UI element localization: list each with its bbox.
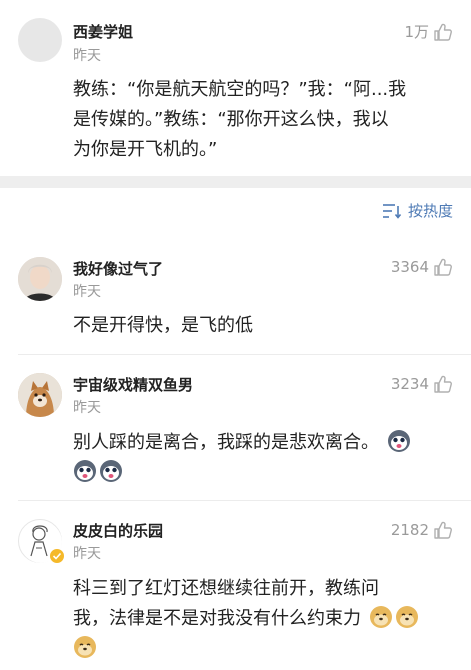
post-like-button[interactable]: 1万 bbox=[404, 21, 453, 42]
thumbs-up-icon bbox=[434, 375, 452, 393]
thumbs-up-icon bbox=[434, 23, 452, 41]
post-content-line: 为你是开飞机的。” bbox=[73, 139, 218, 160]
comment-like-button[interactable]: 2182 bbox=[391, 520, 453, 540]
husky-emoji-icon bbox=[74, 460, 96, 482]
comment-content: 科三到了红灯还想继续往前开，教练问 我，法律是不是对我没有什么约束力 bbox=[73, 574, 453, 664]
main-post: 西姜学姐 昨天 1万 教练：“你是航天航空的吗？”我：“阿...我 是传媒的。”… bbox=[0, 0, 471, 176]
post-time: 昨天 bbox=[73, 48, 101, 64]
post-author-name[interactable]: 西姜学姐 bbox=[73, 21, 133, 42]
comment-like-button[interactable]: 3234 bbox=[391, 374, 453, 394]
sort-label: 按热度 bbox=[407, 202, 453, 220]
verified-badge-icon bbox=[49, 548, 65, 564]
comment-separator bbox=[18, 354, 471, 355]
comment-time: 昨天 bbox=[73, 546, 101, 562]
comment-like-button[interactable]: 3364 bbox=[391, 257, 453, 277]
comment-item: 我好像过气了 昨天 3364 不是开得快，是飞的低 bbox=[0, 250, 471, 350]
comment-time: 昨天 bbox=[73, 284, 101, 300]
comment-avatar[interactable] bbox=[18, 519, 65, 564]
comment-content: 不是开得快，是飞的低 bbox=[73, 311, 453, 341]
post-content: 教练：“你是航天航空的吗？”我：“阿...我 是传媒的。”教练：“那你开这么快，… bbox=[73, 75, 453, 165]
post-content-line: 教练：“你是航天航空的吗？”我：“阿...我 bbox=[73, 79, 407, 100]
comment-separator bbox=[18, 500, 471, 501]
comment-author-name[interactable]: 宇宙级戏精双鱼男 bbox=[73, 374, 193, 395]
comment-content-line: 我，法律是不是对我没有什么约束力 bbox=[73, 608, 361, 629]
comment-avatar[interactable] bbox=[18, 257, 62, 301]
comment-author-name[interactable]: 皮皮白的乐园 bbox=[73, 520, 163, 541]
section-divider bbox=[0, 176, 471, 188]
thumbs-up-icon bbox=[434, 521, 452, 539]
comment-content-line: 别人踩的是离合，我踩的是悲欢离合。 bbox=[73, 432, 379, 453]
comment-content-line: 科三到了红灯还想继续往前开，教练问 bbox=[73, 578, 379, 599]
person-avatar-icon bbox=[18, 257, 62, 301]
post-author-avatar[interactable] bbox=[18, 18, 62, 62]
post-content-line: 是传媒的。”教练：“那你开这么快，我以 bbox=[73, 109, 389, 130]
dog-avatar-icon bbox=[18, 373, 62, 417]
comment-content-line: 不是开得快，是飞的低 bbox=[73, 315, 253, 336]
comment-author-name[interactable]: 我好像过气了 bbox=[73, 258, 163, 279]
sort-icon bbox=[382, 203, 402, 219]
comment-item: 宇宙级戏精双鱼男 昨天 3234 别人踩的是离合，我踩的是悲欢离合。 bbox=[0, 365, 471, 495]
comment-content: 别人踩的是离合，我踩的是悲欢离合。 bbox=[73, 428, 453, 488]
doge-emoji-icon bbox=[369, 606, 392, 628]
doge-emoji-icon bbox=[74, 636, 96, 658]
comment-time: 昨天 bbox=[73, 400, 101, 416]
comment-like-count: 2182 bbox=[390, 521, 429, 539]
comment-item: 皮皮白的乐园 昨天 2182 科三到了红灯还想继续往前开，教练问 我，法律是不是… bbox=[0, 512, 471, 670]
husky-emoji-icon bbox=[387, 430, 410, 452]
comment-like-count: 3364 bbox=[390, 258, 429, 276]
comment-avatar[interactable] bbox=[18, 373, 62, 417]
thumbs-up-icon bbox=[434, 258, 452, 276]
doge-emoji-icon bbox=[395, 606, 418, 628]
post-like-count: 1万 bbox=[404, 23, 429, 41]
comment-like-count: 3234 bbox=[390, 375, 429, 393]
husky-emoji-icon bbox=[100, 460, 122, 482]
sort-by-hot-button[interactable]: 按热度 bbox=[382, 200, 453, 221]
